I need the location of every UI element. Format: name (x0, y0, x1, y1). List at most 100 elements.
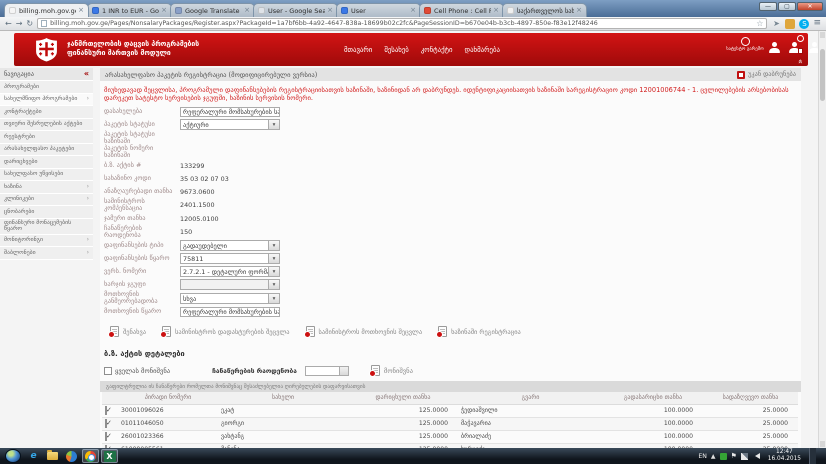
browser-tab[interactable]: billing.moh.gov.ge/Page… × (4, 3, 89, 17)
row-checkbox[interactable] (105, 419, 107, 428)
form-row: სამინისტროს კომპენსაცია 2401.1500 (100, 198, 801, 212)
address-bar[interactable]: billing.moh.gov.ge/Pages/NonsalaryPackag… (37, 18, 767, 29)
chrome-menu-icon[interactable]: ≡ (813, 19, 821, 28)
user-document-icon[interactable] (789, 42, 800, 53)
scroll-up-icon[interactable] (820, 32, 825, 38)
field-control[interactable]: რეფერალური მომსახურების სახელმწიფო პროგრ… (180, 107, 280, 117)
sidebar-item[interactable]: პროგრამები (0, 81, 93, 94)
header-nav-link[interactable]: შესახებ (384, 46, 409, 54)
field-control[interactable]: 35 03 02 07 03 (180, 175, 280, 183)
field-control[interactable]: 150 (180, 228, 280, 236)
tray-expand-icon[interactable]: ▲ (711, 453, 716, 460)
page-scrollbar[interactable] (818, 31, 826, 448)
reload-icon[interactable]: ↻ (26, 19, 33, 28)
sidebar-item[interactable]: ცნობარები (0, 206, 93, 219)
back-link[interactable]: უკან დაბრუნება (737, 71, 796, 79)
refresh-icon[interactable] (797, 35, 804, 42)
header-nav-link[interactable]: მთავარი (344, 46, 372, 54)
field-control[interactable]: აქტიური (180, 119, 280, 130)
browser-tab[interactable]: User × (336, 3, 421, 17)
field-control[interactable]: სხვა (180, 293, 280, 304)
cell-insurance-amount: 25.0000 (703, 404, 798, 417)
field-control[interactable]: 2401.1500 (180, 201, 280, 209)
test-environment-indicator[interactable]: სატესტო გარემო (724, 37, 766, 52)
minimize-button[interactable]: — (759, 2, 777, 11)
excel-icon[interactable]: X (101, 449, 118, 463)
field-control[interactable]: რეფერალური მომსახურების სახელმწიფო პროგრ… (180, 307, 280, 317)
row-checkbox[interactable] (105, 432, 107, 441)
forward-icon[interactable]: → (16, 19, 23, 28)
sidebar-item[interactable]: ფინანსური მონაცემების წყარო (0, 219, 93, 235)
field-control[interactable]: 2.7.2.1 - დეტალური ფორმატი (180, 266, 280, 277)
action-center-flag-icon[interactable]: ⚑ (731, 453, 737, 460)
volume-icon[interactable] (752, 453, 760, 459)
internet-explorer-icon[interactable]: e (25, 449, 42, 463)
bookmark-star-icon[interactable]: ☆ (756, 19, 763, 28)
sidebar-item[interactable]: მონიტორინგი › (0, 235, 93, 248)
field-control[interactable]: 133299 (180, 162, 280, 170)
sidebar-item[interactable]: ხაზინა › (0, 181, 93, 194)
tab-close-icon[interactable]: × (78, 7, 84, 14)
windows-explorer-icon[interactable] (44, 449, 61, 463)
maximize-button[interactable]: ▢ (778, 2, 796, 11)
sidebar-item[interactable]: რეესტრები (0, 131, 93, 144)
package-form: დასახელება რეფერალური მომსახურების სახელ… (100, 105, 801, 318)
field-control[interactable]: გადაუდებელი (180, 240, 280, 251)
field-control[interactable] (180, 279, 280, 290)
sidebar-collapse-icon[interactable]: « (84, 70, 89, 78)
browser-tab[interactable]: 1 INR to EUR - Google S… × (87, 3, 172, 17)
scrollbar-thumb[interactable] (820, 49, 825, 101)
taskbar-clock[interactable]: 12:47 16.04.2015 (764, 449, 801, 463)
media-player-icon[interactable] (63, 449, 80, 463)
browser-tab[interactable]: Cell Phone : Cell Phones : … × (419, 3, 504, 17)
tab-close-icon[interactable]: × (410, 7, 416, 14)
tab-close-icon[interactable]: × (244, 7, 250, 14)
network-icon[interactable] (741, 453, 748, 460)
field-control[interactable]: 12005.0100 (180, 215, 280, 223)
close-button[interactable]: ✕ (797, 2, 823, 11)
start-button[interactable] (5, 449, 21, 463)
antivirus-tray-icon[interactable] (720, 453, 727, 460)
user-icon[interactable] (769, 42, 780, 53)
tab-close-icon[interactable]: × (493, 7, 499, 14)
back-icon[interactable]: ← (5, 19, 12, 28)
tab-close-icon[interactable]: × (161, 7, 167, 14)
mark-button[interactable]: მონიშვნა (371, 365, 413, 376)
language-indicator[interactable]: EN (698, 453, 707, 460)
action-button[interactable]: სამინისტროს დადასტურების შეცვლა (162, 326, 290, 337)
row-checkbox[interactable] (105, 406, 107, 415)
tab-close-icon[interactable]: × (576, 7, 582, 14)
chrome-icon[interactable] (82, 449, 99, 463)
sidebar-item[interactable]: თვიური შესრულების აქტები (0, 119, 93, 132)
sidebar-item[interactable]: დარიცხვები (0, 156, 93, 169)
field-control[interactable]: 75811 (180, 253, 280, 264)
user-group-icon[interactable] (809, 42, 818, 53)
scroll-down-icon[interactable] (820, 441, 825, 447)
tab-close-icon[interactable]: × (327, 7, 333, 14)
sidebar-item[interactable]: კლინიკები › (0, 194, 93, 207)
sidebar-item[interactable]: არასახელფასო პაკეტები (0, 144, 93, 157)
column-header: დარიცხული თანხა (348, 392, 458, 404)
header-nav-link[interactable]: კონტაქტი (421, 46, 453, 54)
action-button[interactable]: შენახვა (110, 326, 146, 337)
extension-icon[interactable] (785, 19, 795, 29)
show-desktop-button[interactable] (809, 448, 816, 464)
header-nav-link[interactable]: დახმარება (465, 46, 500, 54)
browser-tab[interactable]: Google Translate × (170, 3, 255, 17)
action-button[interactable]: სამინისტროს მოთხოვნის შეცვლა (306, 326, 423, 337)
document-action-icon (438, 326, 447, 337)
sidebar-item[interactable]: კონტრაქტები (0, 106, 93, 119)
skype-extension-icon[interactable]: S (799, 19, 809, 29)
form-row: ჯამური თანხა 12005.0100 (100, 212, 801, 225)
sidebar-item[interactable]: სახელმწიფო პროგრამები › (0, 94, 93, 107)
browser-tab[interactable]: საქართველოს სახელმწ… × (502, 3, 587, 17)
sidebar-item[interactable]: შაბლონები › (0, 247, 93, 260)
select-all-checkbox[interactable] (104, 367, 112, 375)
share-extension-icon[interactable]: ➤ (771, 19, 781, 29)
sidebar-item[interactable]: სახელფასო უწყისები (0, 169, 93, 182)
action-button[interactable]: ხაზინაში რეგისტრაცია (438, 326, 521, 337)
collapse-header-icon[interactable]: « (796, 59, 805, 64)
browser-tab[interactable]: User - Google Search × (253, 3, 338, 17)
record-count-input[interactable] (305, 366, 349, 376)
field-control[interactable]: 9673.0600 (180, 188, 280, 196)
